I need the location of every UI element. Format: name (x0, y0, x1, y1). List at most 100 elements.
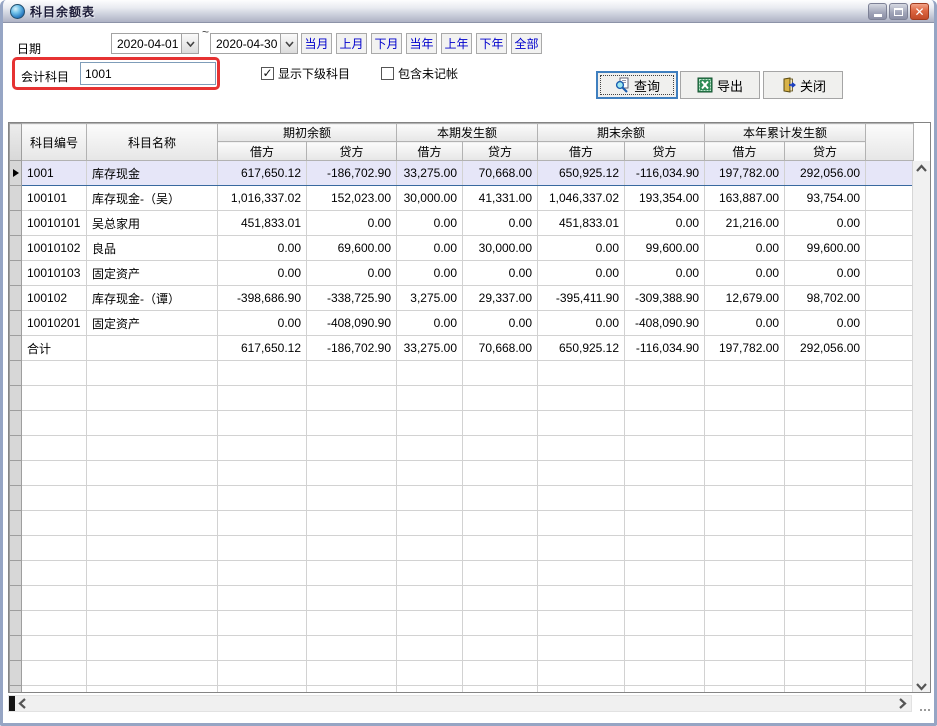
cell-value-6[interactable]: 12,679.00 (705, 286, 785, 311)
cell-value-5[interactable]: 0.00 (625, 261, 705, 286)
cell-value-1[interactable]: 0.00 (307, 261, 397, 286)
ending-balance-group-header[interactable]: 期末余额 (538, 124, 705, 142)
scroll-right-icon[interactable] (898, 697, 907, 710)
cell-value-0[interactable]: 617,650.12 (218, 336, 307, 361)
scroll-up-icon[interactable] (915, 164, 928, 173)
include-unposted-checkbox[interactable] (381, 67, 394, 80)
ytd-amount-group-header[interactable]: 本年累计发生额 (705, 124, 866, 142)
cell-name[interactable]: 库存现金 (87, 161, 218, 186)
cell-value-4[interactable]: 650,925.12 (538, 336, 625, 361)
cell-value-4[interactable]: 650,925.12 (538, 161, 625, 186)
credit-header[interactable]: 贷方 (625, 142, 705, 161)
show-sub-label[interactable]: 显示下级科目 (278, 65, 350, 82)
period-button-0[interactable]: 当月 (301, 33, 332, 54)
cell-value-7[interactable]: 0.00 (785, 211, 866, 236)
cell-value-6[interactable]: 21,216.00 (705, 211, 785, 236)
cell-value-0[interactable]: 0.00 (218, 261, 307, 286)
cell-name[interactable]: 库存现金-（谭） (87, 286, 218, 311)
cell-value-1[interactable]: -186,702.90 (307, 161, 397, 186)
cell-value-4[interactable]: 0.00 (538, 311, 625, 336)
cell-value-5[interactable]: -116,034.90 (625, 336, 705, 361)
debit-header[interactable]: 借方 (397, 142, 463, 161)
cell-value-3[interactable]: 29,337.00 (463, 286, 538, 311)
cell-value-6[interactable]: 163,887.00 (705, 186, 785, 211)
table-row[interactable]: 100102库存现金-（谭）-398,686.90-338,725.903,27… (10, 286, 914, 311)
period-button-5[interactable]: 下年 (476, 33, 507, 54)
cell-value-3[interactable]: 30,000.00 (463, 236, 538, 261)
cell-value-2[interactable]: 30,000.00 (397, 186, 463, 211)
period-button-4[interactable]: 上年 (441, 33, 472, 54)
cell-value-5[interactable]: -309,388.90 (625, 286, 705, 311)
period-amount-group-header[interactable]: 本期发生额 (397, 124, 538, 142)
cell-code[interactable]: 100101 (22, 186, 87, 211)
titlebar[interactable]: 科目余额表 ✕ (3, 0, 934, 23)
row-selector[interactable] (10, 336, 22, 361)
cell-name[interactable]: 吴总家用 (87, 211, 218, 236)
credit-header[interactable]: 贷方 (307, 142, 397, 161)
cell-value-1[interactable]: -186,702.90 (307, 336, 397, 361)
cell-value-1[interactable]: 152,023.00 (307, 186, 397, 211)
cell-name[interactable]: 良品 (87, 236, 218, 261)
cell-value-2[interactable]: 33,275.00 (397, 161, 463, 186)
cell-value-7[interactable]: 0.00 (785, 311, 866, 336)
table-row[interactable]: 10010102良品0.0069,600.000.0030,000.000.00… (10, 236, 914, 261)
cell-value-2[interactable]: 33,275.00 (397, 336, 463, 361)
date-to-dropdown-button[interactable] (280, 34, 297, 53)
cell-value-6[interactable]: 0.00 (705, 311, 785, 336)
row-selector[interactable] (10, 186, 22, 211)
period-button-2[interactable]: 下月 (371, 33, 402, 54)
code-column-header[interactable]: 科目编号 (22, 124, 87, 161)
row-selector[interactable] (10, 211, 22, 236)
cell-value-4[interactable]: 451,833.01 (538, 211, 625, 236)
total-row[interactable]: 合计617,650.12-186,702.9033,275.0070,668.0… (10, 336, 914, 361)
date-from-dropdown-button[interactable] (181, 34, 198, 53)
minimize-button[interactable] (868, 3, 887, 20)
cell-value-6[interactable]: 197,782.00 (705, 336, 785, 361)
vertical-scrollbar[interactable] (912, 161, 930, 693)
resize-grip[interactable] (920, 709, 930, 711)
cell-value-6[interactable]: 0.00 (705, 261, 785, 286)
cell-value-5[interactable]: 0.00 (625, 211, 705, 236)
debit-header[interactable]: 借方 (218, 142, 307, 161)
period-button-3[interactable]: 当年 (406, 33, 437, 54)
cell-code[interactable]: 100102 (22, 286, 87, 311)
show-sub-checkbox[interactable]: ✓ (261, 67, 274, 80)
debit-header[interactable]: 借方 (705, 142, 785, 161)
cell-value-7[interactable]: 292,056.00 (785, 161, 866, 186)
period-button-6[interactable]: 全部 (511, 33, 542, 54)
row-selector[interactable] (10, 286, 22, 311)
cell-value-7[interactable]: 99,600.00 (785, 236, 866, 261)
export-button[interactable]: 导出 (680, 71, 760, 99)
cell-value-4[interactable]: 0.00 (538, 261, 625, 286)
close-window-button[interactable]: 关闭 (763, 71, 843, 99)
name-column-header[interactable]: 科目名称 (87, 124, 218, 161)
cell-value-3[interactable]: 41,331.00 (463, 186, 538, 211)
cell-value-5[interactable]: -408,090.90 (625, 311, 705, 336)
cell-code[interactable]: 10010201 (22, 311, 87, 336)
cell-value-1[interactable]: 69,600.00 (307, 236, 397, 261)
credit-header[interactable]: 贷方 (785, 142, 866, 161)
cell-code[interactable]: 10010103 (22, 261, 87, 286)
cell-value-2[interactable]: 0.00 (397, 236, 463, 261)
date-from-select[interactable]: 2020-04-01 (111, 33, 199, 54)
cell-value-4[interactable]: 0.00 (538, 236, 625, 261)
table-row[interactable]: 10010103固定资产0.000.000.000.000.000.000.00… (10, 261, 914, 286)
cell-value-7[interactable]: 292,056.00 (785, 336, 866, 361)
cell-value-4[interactable]: 1,046,337.02 (538, 186, 625, 211)
show-sub-checkbox-group[interactable]: ✓ 显示下级科目 (261, 65, 350, 82)
cell-value-1[interactable]: 0.00 (307, 211, 397, 236)
table-row[interactable]: 10010201固定资产0.00-408,090.900.000.000.00-… (10, 311, 914, 336)
opening-balance-group-header[interactable]: 期初余额 (218, 124, 397, 142)
row-selector[interactable] (10, 261, 22, 286)
cell-value-6[interactable]: 197,782.00 (705, 161, 785, 186)
credit-header[interactable]: 贷方 (463, 142, 538, 161)
table-row[interactable]: 10010101吴总家用451,833.010.000.000.00451,83… (10, 211, 914, 236)
cell-value-0[interactable]: 1,016,337.02 (218, 186, 307, 211)
cell-value-7[interactable]: 0.00 (785, 261, 866, 286)
cell-name[interactable]: 固定资产 (87, 261, 218, 286)
cell-code[interactable]: 10010102 (22, 236, 87, 261)
cell-value-3[interactable]: 0.00 (463, 211, 538, 236)
cell-value-2[interactable]: 0.00 (397, 311, 463, 336)
close-button[interactable]: ✕ (910, 3, 929, 20)
cell-value-3[interactable]: 70,668.00 (463, 161, 538, 186)
